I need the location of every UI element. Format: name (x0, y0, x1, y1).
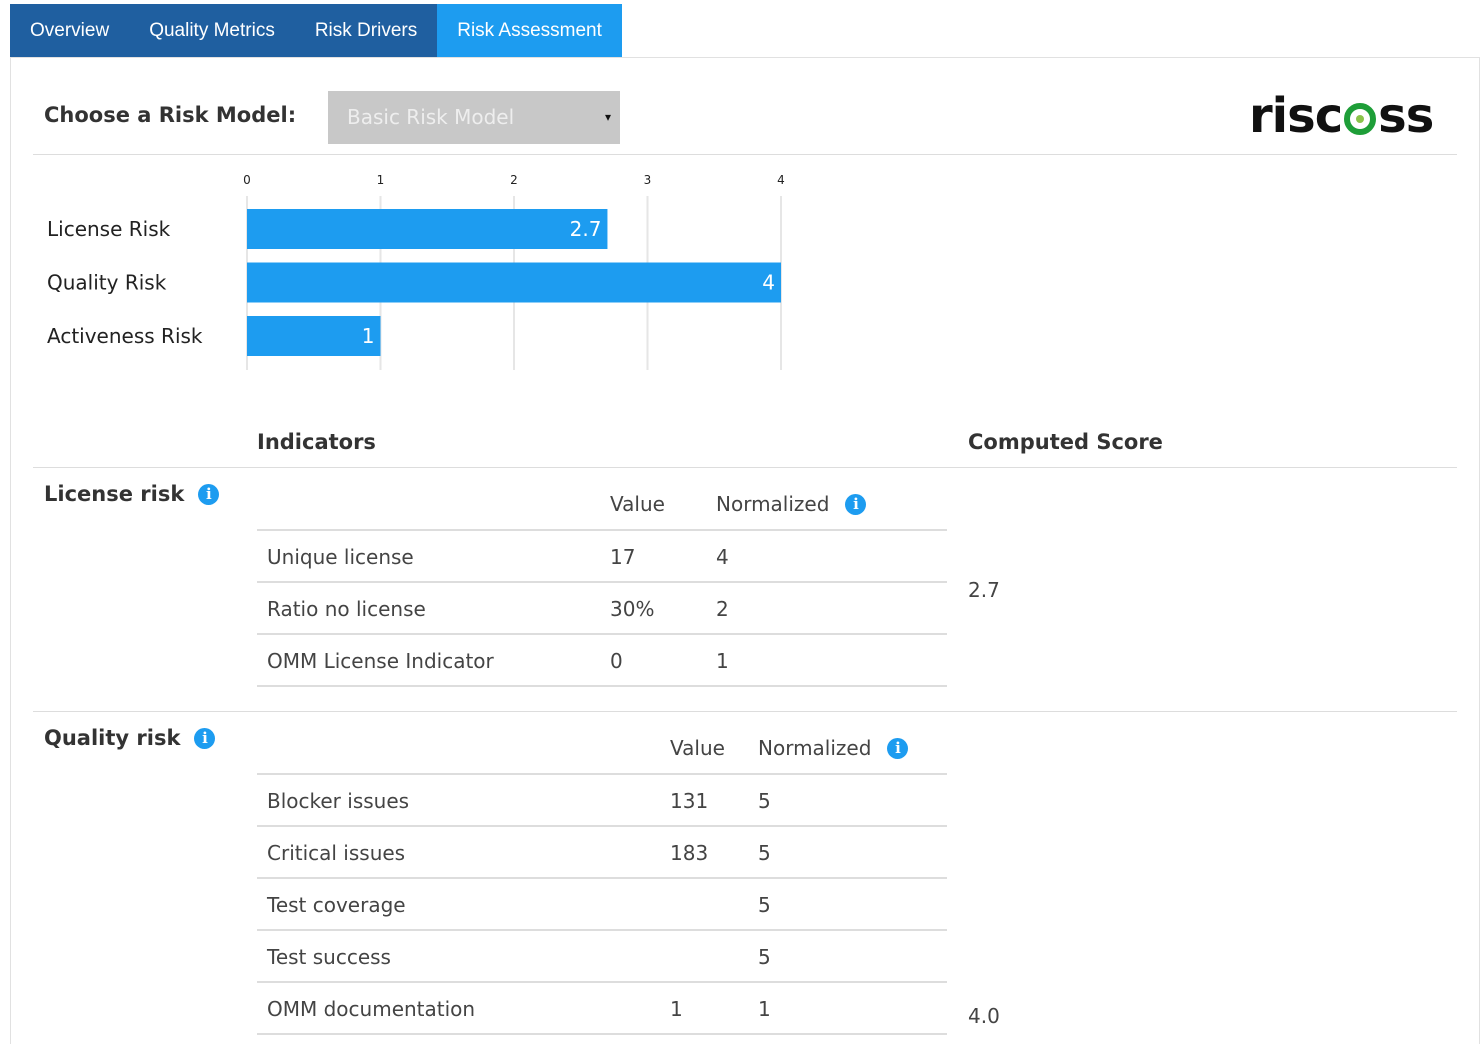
tab-risk-assessment[interactable]: Risk Assessment (437, 4, 622, 58)
indicator-name: Test success (267, 945, 391, 969)
normalized-column-header: Normalized i (758, 723, 909, 773)
logo-text-end: ss (1378, 88, 1434, 144)
indicator-value: 131 (670, 789, 709, 813)
table-row: Critical issues 183 5 (257, 827, 947, 879)
chart-category-label: Activeness Risk (47, 324, 203, 348)
group-name-license-risk: License risk i (44, 482, 220, 506)
computed-score: 4.0 (968, 1004, 1000, 1028)
indicator-normalized: 1 (716, 649, 729, 673)
chart-tick-label: 0 (243, 173, 251, 187)
chevron-down-icon: ▾ (604, 110, 611, 124)
table-row: Test success 5 (257, 931, 947, 983)
group-name-quality-risk: Quality risk i (44, 726, 216, 750)
indicator-value: 0 (610, 649, 623, 673)
indicator-value: 30% (610, 597, 655, 621)
table-row: OMM License Indicator 0 1 (257, 635, 947, 687)
value-column-header: Value (670, 736, 725, 760)
divider (33, 711, 1457, 712)
indicator-normalized: 4 (716, 545, 729, 569)
indicator-normalized: 5 (758, 945, 771, 969)
indicator-normalized: 5 (758, 893, 771, 917)
chart-tick-label: 2 (510, 173, 518, 187)
chart-data-label: 2.7 (570, 217, 602, 241)
chart-tick-label: 1 (377, 173, 385, 187)
indicator-name: Test coverage (267, 893, 406, 917)
indicator-name: Blocker issues (267, 789, 410, 813)
divider (33, 467, 1457, 468)
quality-risk-indicators-table: Value Normalized i Blocker issues 131 5 … (257, 723, 947, 1035)
indicator-name: Ratio no license (267, 597, 426, 621)
chart-bar (247, 262, 781, 303)
indicator-name: OMM License Indicator (267, 649, 494, 673)
table-row: Ratio no license 30% 2 (257, 583, 947, 635)
chart-bar (247, 209, 608, 249)
indicator-value: 183 (670, 841, 709, 865)
risk-model-selected: Basic Risk Model (347, 105, 515, 129)
group-title: Quality risk (44, 726, 181, 750)
table-row: Unique license 17 4 (257, 531, 947, 583)
risk-bar-chart-svg: 0 1 2 3 4 License Risk 2.7 Quality Risk 4 Activen… (47, 173, 785, 370)
indicator-name: Critical issues (267, 841, 406, 865)
license-risk-indicators-table: Value Normalized i Unique license 17 4 R… (257, 479, 947, 687)
indicator-normalized: 2 (716, 597, 729, 621)
info-icon[interactable]: i (198, 483, 220, 505)
risk-model-select[interactable]: Basic Risk Model ▾ (328, 91, 620, 144)
table-header-row: Value Normalized i (257, 723, 947, 775)
chart-data-label: 1 (362, 324, 375, 348)
indicator-value: 1 (670, 997, 683, 1021)
tab-bar: Overview Quality Metrics Risk Drivers Ri… (10, 4, 622, 58)
indicator-normalized: 5 (758, 841, 771, 865)
tab-quality-metrics[interactable]: Quality Metrics (129, 4, 295, 58)
chart-bar (247, 316, 381, 356)
indicator-normalized: 1 (758, 997, 771, 1021)
logo-ring-icon (1344, 103, 1377, 135)
risk-assessment-panel: Choose a Risk Model: Basic Risk Model ▾ … (10, 57, 1480, 1044)
normalized-label: Normalized (716, 492, 830, 516)
divider (33, 154, 1457, 155)
table-row: OMM documentation 1 1 (257, 983, 947, 1035)
risk-bar-chart: 0 1 2 3 4 License Risk 2.7 Quality Risk 4 Activen… (11, 158, 911, 388)
tab-overview[interactable]: Overview (10, 4, 129, 58)
indicator-name: OMM documentation (267, 997, 476, 1021)
indicator-name: Unique license (267, 545, 414, 569)
info-icon[interactable]: i (887, 737, 909, 759)
indicator-value: 17 (610, 545, 636, 569)
table-header-row: Value Normalized i (257, 479, 947, 531)
info-icon[interactable]: i (194, 727, 216, 749)
info-icon[interactable]: i (845, 493, 867, 515)
indicator-normalized: 5 (758, 789, 771, 813)
computed-score-header: Computed Score (968, 430, 1163, 454)
chart-tick-label: 4 (777, 173, 785, 187)
normalized-column-header: Normalized i (716, 479, 867, 529)
tab-risk-drivers[interactable]: Risk Drivers (295, 4, 437, 58)
group-title: License risk (44, 482, 185, 506)
chart-data-label: 4 (762, 271, 775, 295)
riscoss-logo: risc ss (1249, 86, 1434, 146)
risk-model-label: Choose a Risk Model: (44, 103, 297, 127)
logo-text-start: risc (1249, 88, 1343, 144)
chart-category-label: License Risk (47, 217, 171, 241)
chart-tick-label: 3 (644, 173, 652, 187)
chart-category-label: Quality Risk (47, 271, 167, 295)
computed-score: 2.7 (968, 578, 1000, 602)
table-row: Test coverage 5 (257, 879, 947, 931)
normalized-label: Normalized (758, 736, 872, 760)
table-row: Blocker issues 131 5 (257, 775, 947, 827)
indicators-header: Indicators (257, 430, 376, 454)
value-column-header: Value (610, 492, 665, 516)
